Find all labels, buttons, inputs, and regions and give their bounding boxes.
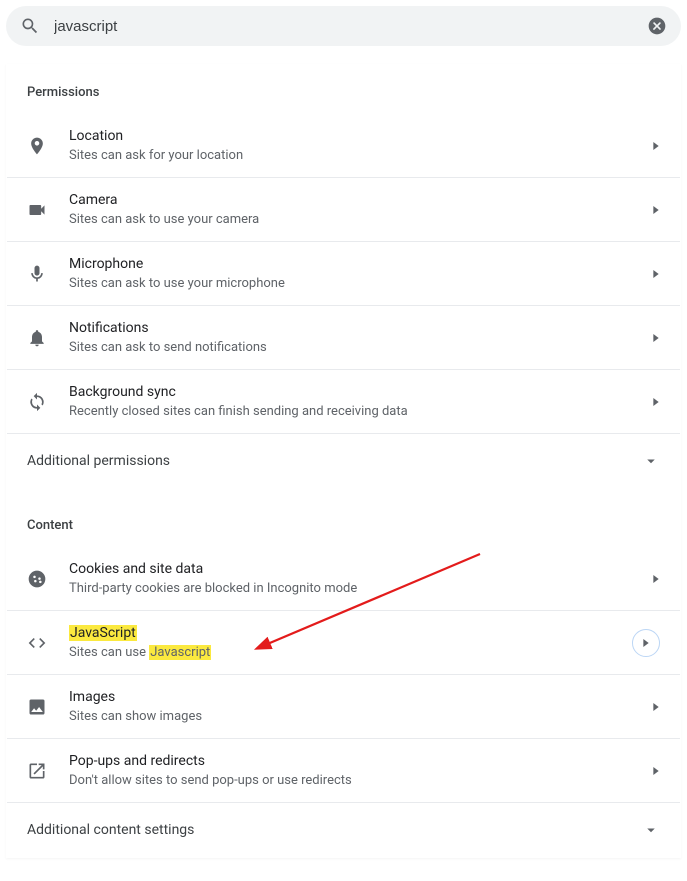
notifications-sub: Sites can ask to send notifications (69, 340, 652, 355)
code-icon (27, 633, 47, 653)
javascript-label: JavaScript (69, 625, 632, 641)
notifications-label: Notifications (69, 320, 652, 336)
search-icon (20, 16, 40, 36)
bell-icon (27, 328, 47, 348)
chevron-right-icon (652, 270, 660, 278)
cookies-row[interactable]: Cookies and site data Third-party cookie… (7, 547, 680, 611)
chevron-right-icon (652, 767, 660, 775)
additional-content-label: Additional content settings (27, 822, 642, 838)
images-row[interactable]: Images Sites can show images (7, 675, 680, 739)
cookie-icon (27, 569, 47, 589)
location-row[interactable]: Location Sites can ask for your location (7, 114, 680, 178)
location-icon (27, 136, 47, 156)
chevron-down-icon (642, 452, 660, 470)
javascript-arrow-highlight (632, 629, 660, 657)
content-section-title: Content (7, 488, 680, 547)
sync-icon (27, 392, 47, 412)
chevron-right-icon (652, 703, 660, 711)
microphone-label: Microphone (69, 256, 652, 272)
additional-permissions-label: Additional permissions (27, 453, 642, 469)
microphone-sub: Sites can ask to use your microphone (69, 276, 652, 291)
additional-content-row[interactable]: Additional content settings (7, 803, 680, 857)
camera-sub: Sites can ask to use your camera (69, 212, 652, 227)
bgsync-sub: Recently closed sites can finish sending… (69, 404, 652, 419)
microphone-icon (27, 264, 47, 284)
bgsync-label: Background sync (69, 384, 652, 400)
location-sub: Sites can ask for your location (69, 148, 652, 163)
popups-label: Pop-ups and redirects (69, 753, 652, 769)
search-bar (6, 6, 681, 46)
microphone-row[interactable]: Microphone Sites can ask to use your mic… (7, 242, 680, 306)
notifications-row[interactable]: Notifications Sites can ask to send noti… (7, 306, 680, 370)
images-label: Images (69, 689, 652, 705)
clear-search-button[interactable] (647, 16, 667, 36)
chevron-right-icon (652, 334, 660, 342)
chevron-right-icon (652, 398, 660, 406)
chevron-right-icon (642, 639, 650, 647)
images-sub: Sites can show images (69, 709, 652, 724)
popup-icon (27, 761, 47, 781)
location-label: Location (69, 128, 652, 144)
image-icon (27, 697, 47, 717)
camera-row[interactable]: Camera Sites can ask to use your camera (7, 178, 680, 242)
javascript-sub: Sites can use Javascript (69, 645, 632, 660)
popups-sub: Don't allow sites to send pop-ups or use… (69, 773, 652, 788)
javascript-row[interactable]: JavaScript Sites can use Javascript (7, 611, 680, 675)
popups-row[interactable]: Pop-ups and redirects Don't allow sites … (7, 739, 680, 803)
chevron-right-icon (652, 206, 660, 214)
camera-label: Camera (69, 192, 652, 208)
camera-icon (27, 200, 47, 220)
chevron-right-icon (652, 575, 660, 583)
settings-panel: Permissions Location Sites can ask for y… (6, 64, 681, 858)
cookies-sub: Third-party cookies are blocked in Incog… (69, 581, 652, 596)
additional-permissions-row[interactable]: Additional permissions (7, 434, 680, 488)
background-sync-row[interactable]: Background sync Recently closed sites ca… (7, 370, 680, 434)
cookies-label: Cookies and site data (69, 561, 652, 577)
permissions-section-title: Permissions (7, 65, 680, 114)
chevron-down-icon (642, 821, 660, 839)
search-input[interactable] (54, 18, 633, 35)
chevron-right-icon (652, 142, 660, 150)
